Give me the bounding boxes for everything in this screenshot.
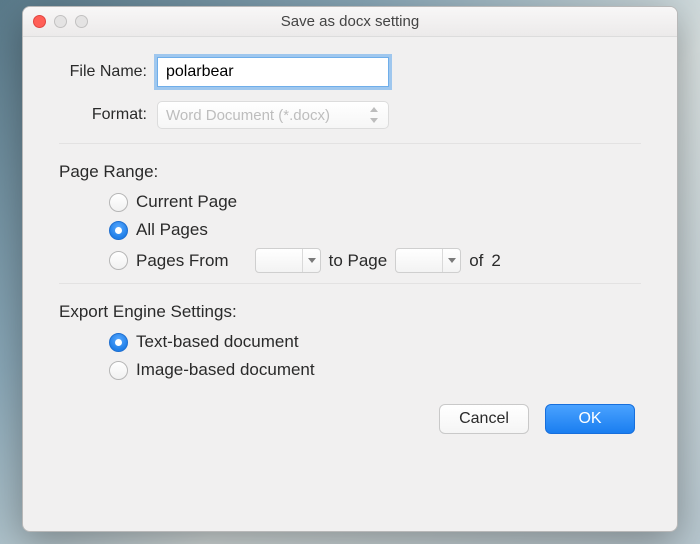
dialog-content: File Name: Format: Word Document (*.docx… [23, 37, 677, 452]
format-label: Format: [59, 106, 157, 124]
page-range-label: Page Range: [59, 162, 641, 182]
radio-icon [109, 333, 128, 352]
engine-group: Text-based document Image-based document [59, 332, 641, 380]
format-select[interactable]: Word Document (*.docx) [157, 101, 389, 129]
to-page-label: to Page [329, 251, 388, 271]
ok-button[interactable]: OK [545, 404, 635, 434]
radio-label: Image-based document [136, 360, 315, 380]
close-icon[interactable] [33, 15, 46, 28]
radio-image-based[interactable]: Image-based document [109, 360, 641, 380]
chevron-down-icon [302, 249, 320, 272]
minimize-icon [54, 15, 67, 28]
total-pages: 2 [491, 251, 500, 271]
titlebar: Save as docx setting [23, 7, 677, 37]
radio-text-based[interactable]: Text-based document [109, 332, 641, 352]
pages-from-label: Pages From [136, 251, 229, 271]
radio-icon [109, 221, 128, 240]
file-name-label: File Name: [59, 63, 157, 81]
of-label: of [469, 251, 483, 271]
window-title: Save as docx setting [23, 13, 677, 30]
radio-all-pages[interactable]: All Pages [109, 220, 641, 240]
page-to-select[interactable] [395, 248, 461, 273]
page-range-group: Current Page All Pages Pages From to Pag… [59, 192, 641, 273]
chevron-down-icon [442, 249, 460, 272]
radio-label: Current Page [136, 192, 237, 212]
radio-icon [109, 361, 128, 380]
divider [59, 283, 641, 284]
radio-pages-from[interactable] [109, 251, 128, 270]
radio-current-page[interactable]: Current Page [109, 192, 641, 212]
engine-label: Export Engine Settings: [59, 302, 641, 322]
format-value: Word Document (*.docx) [166, 107, 330, 124]
radio-icon [109, 193, 128, 212]
zoom-icon [75, 15, 88, 28]
divider [59, 143, 641, 144]
radio-label: Text-based document [136, 332, 299, 352]
cancel-button[interactable]: Cancel [439, 404, 529, 434]
radio-label: All Pages [136, 220, 208, 240]
window-controls [23, 15, 88, 28]
button-row: Cancel OK [59, 404, 641, 434]
dialog-window: Save as docx setting File Name: Format: … [22, 6, 678, 532]
page-from-select[interactable] [255, 248, 321, 273]
file-name-input[interactable] [157, 57, 389, 87]
chevrons-icon [368, 107, 380, 123]
